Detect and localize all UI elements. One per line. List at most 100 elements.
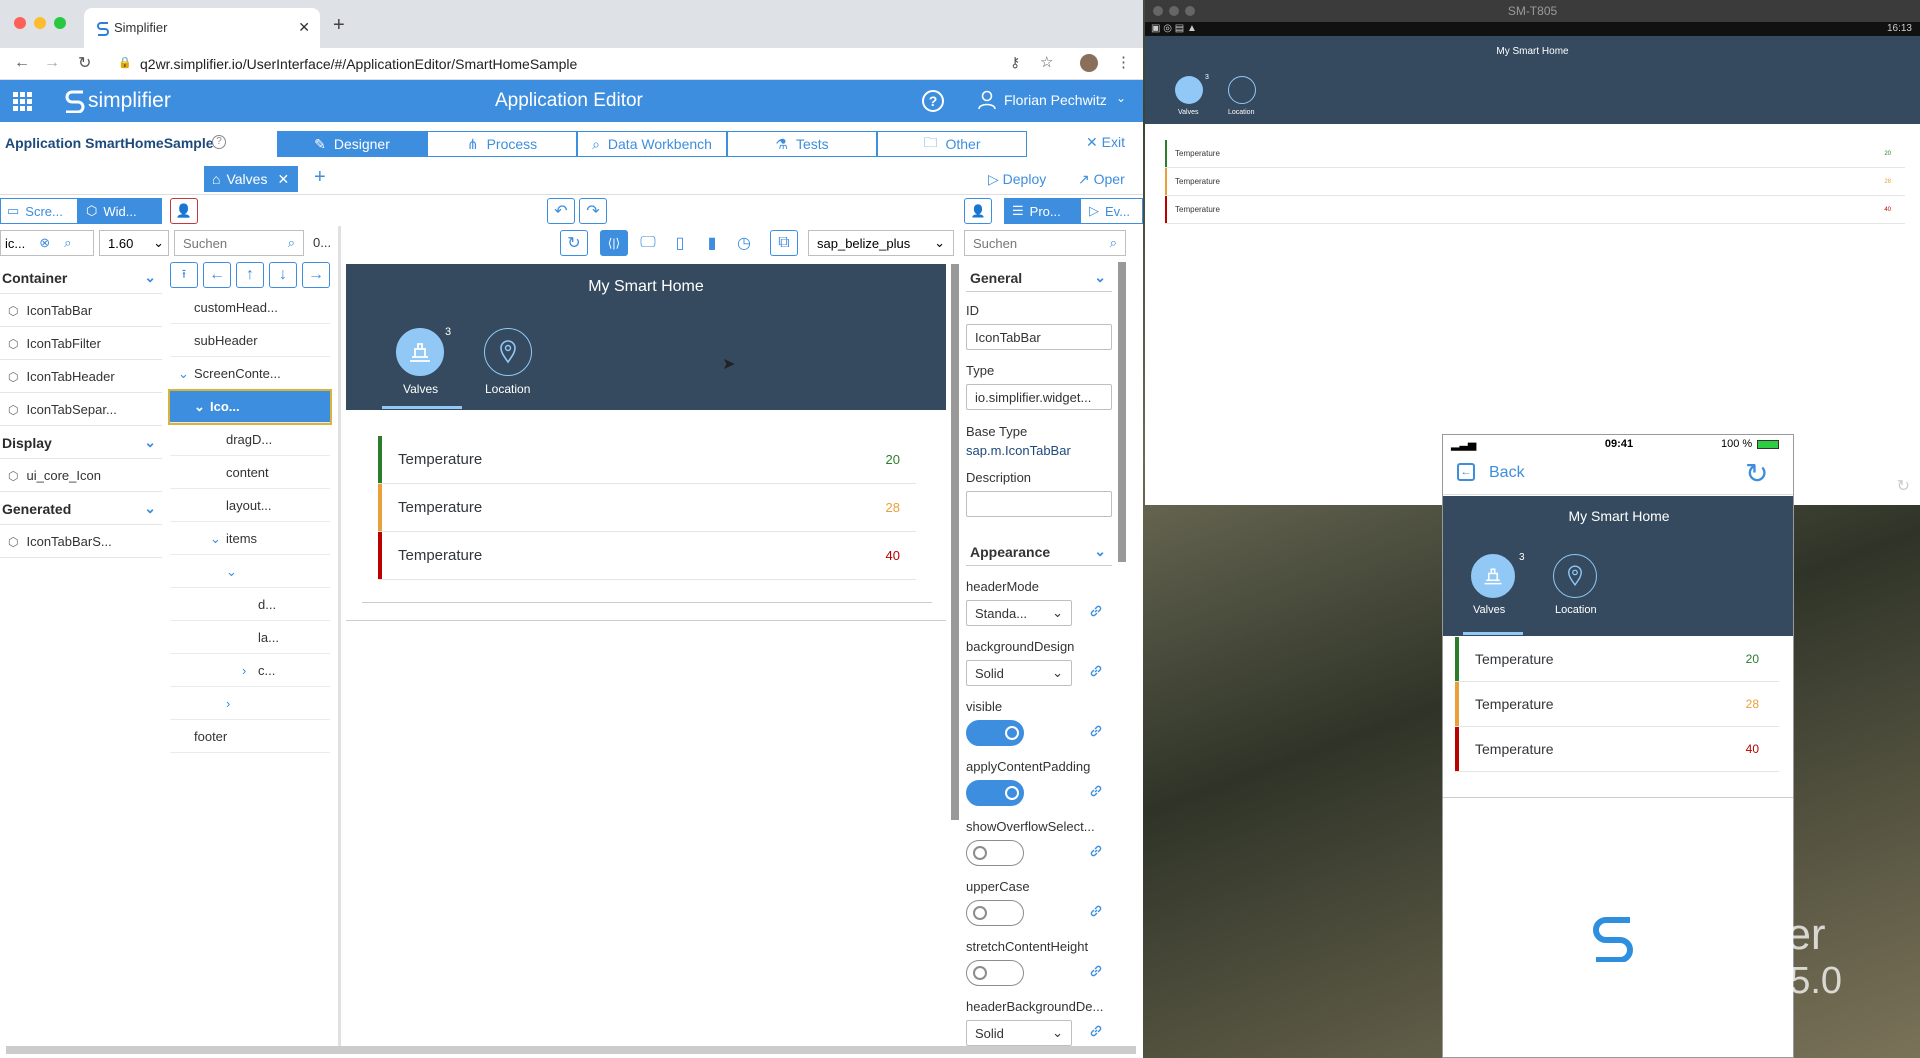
browser-tab[interactable]: Simplifier ✕: [84, 8, 320, 48]
chevron-down-icon[interactable]: ⌄: [1116, 91, 1126, 105]
link-icon[interactable]: [1089, 904, 1103, 923]
tree-item[interactable]: la...: [170, 622, 330, 654]
tree-left-button[interactable]: ←: [203, 262, 231, 288]
tree-item[interactable]: customHead...: [170, 292, 330, 324]
valves-tab-icon[interactable]: [396, 328, 444, 376]
link-icon[interactable]: [1089, 724, 1103, 743]
link-icon[interactable]: [1089, 784, 1103, 803]
reload-icon[interactable]: ↻: [78, 53, 91, 73]
panel-splitter[interactable]: [338, 226, 341, 1048]
right-tab-events[interactable]: ▷ Ev...: [1080, 198, 1143, 224]
left-tab-screens[interactable]: ▭ Scre...: [0, 198, 78, 224]
help-icon[interactable]: ?: [922, 90, 944, 112]
list-item[interactable]: Temperature 20: [1165, 140, 1905, 168]
refresh-icon[interactable]: ↻: [1745, 457, 1768, 490]
refresh-preview-button[interactable]: ↻: [560, 230, 588, 256]
phone-location-icon[interactable]: [1553, 554, 1597, 598]
chevron-down-icon[interactable]: ⌄: [226, 564, 242, 580]
maximize-window-button[interactable]: [54, 17, 66, 29]
deploy-button[interactable]: ▷ Deploy: [988, 171, 1046, 188]
bg-design-select[interactable]: Solid ⌄: [966, 660, 1072, 686]
link-icon[interactable]: [1089, 1024, 1103, 1043]
widget-list-item[interactable]: ⬡ IconTabSepar...: [0, 394, 162, 426]
horizontal-scrollbar[interactable]: [6, 1046, 1136, 1054]
desktop-view-button[interactable]: 🖵: [634, 230, 662, 256]
link-icon[interactable]: [1089, 964, 1103, 983]
phone-view-button[interactable]: ▮: [698, 230, 726, 256]
tree-search-field[interactable]: Suchen ⌕: [174, 230, 304, 256]
visible-toggle[interactable]: [966, 720, 1024, 746]
user-view-button[interactable]: 👤: [964, 198, 992, 224]
copy-button[interactable]: ⧉: [770, 230, 798, 256]
browser-menu-icon[interactable]: ⋮: [1116, 53, 1131, 71]
location-tab-label[interactable]: Location: [485, 382, 530, 396]
star-icon[interactable]: ☆: [1040, 53, 1053, 71]
left-tab-widgets[interactable]: ⬡ Wid...: [78, 198, 162, 224]
forward-icon[interactable]: →: [44, 54, 60, 72]
undo-button[interactable]: ↶: [547, 198, 575, 224]
header-mode-select[interactable]: Standa... ⌄: [966, 600, 1072, 626]
tree-up-button[interactable]: ↑: [236, 262, 264, 288]
widget-search-field[interactable]: ic... ⊗ ⌕: [0, 230, 94, 256]
tree-item-selected[interactable]: ⌄ Ico...: [168, 389, 332, 425]
back-icon[interactable]: ←: [1457, 463, 1475, 481]
redo-button[interactable]: ↷: [579, 198, 607, 224]
tree-item[interactable]: › c...: [170, 655, 330, 687]
open-button[interactable]: ↗ Oper: [1078, 171, 1125, 188]
overflow-toggle[interactable]: [966, 840, 1024, 866]
user-name[interactable]: Florian Pechwitz: [1004, 92, 1107, 108]
valves-tab-label[interactable]: Valves: [403, 382, 438, 396]
tree-item[interactable]: footer: [170, 721, 330, 753]
key-icon[interactable]: ⚷: [1010, 54, 1020, 71]
tree-item[interactable]: d...: [170, 589, 330, 621]
chevron-right-icon[interactable]: ›: [242, 663, 258, 678]
clear-icon[interactable]: ⊗: [39, 235, 50, 251]
description-field[interactable]: [966, 491, 1112, 517]
tree-item[interactable]: layout...: [170, 490, 330, 522]
list-item[interactable]: Temperature 40: [1455, 727, 1779, 772]
tree-item[interactable]: content: [170, 457, 330, 489]
chevron-right-icon[interactable]: ›: [226, 696, 242, 711]
right-tab-properties[interactable]: ☰ Pro...: [1004, 198, 1080, 224]
back-button[interactable]: Back: [1489, 464, 1525, 482]
tree-right-button[interactable]: →: [302, 262, 330, 288]
property-search-field[interactable]: Suchen ⌕: [964, 230, 1126, 256]
info-icon[interactable]: ?: [212, 135, 226, 149]
link-icon[interactable]: [1089, 664, 1103, 683]
phone-location-label[interactable]: Location: [1555, 604, 1597, 616]
tablet-view-button[interactable]: ▯: [666, 230, 694, 256]
list-item[interactable]: Temperature 28: [1165, 168, 1905, 196]
widget-list-item[interactable]: ⬡ IconTabBarS...: [0, 526, 162, 558]
list-item[interactable]: Temperature 28: [1455, 682, 1779, 727]
type-field[interactable]: io.simplifier.widget...: [966, 384, 1112, 410]
app-grid-icon[interactable]: [13, 92, 32, 111]
tree-item[interactable]: ›: [170, 688, 330, 720]
preview-scrollbar[interactable]: [951, 264, 959, 820]
uppercase-toggle[interactable]: [966, 900, 1024, 926]
split-view-button[interactable]: ⟨|⟩: [600, 230, 628, 256]
general-section-header[interactable]: General ⌄: [966, 264, 1112, 292]
id-field[interactable]: IconTabBar: [966, 324, 1112, 350]
header-bg-select[interactable]: Solid ⌄: [966, 1020, 1072, 1046]
close-tab-icon[interactable]: ✕: [298, 19, 310, 36]
history-button[interactable]: ◷: [730, 230, 758, 256]
link-icon[interactable]: [1089, 604, 1103, 623]
add-screen-tab-button[interactable]: +: [314, 166, 326, 189]
list-item[interactable]: Temperature 40: [1165, 196, 1905, 224]
apply-padding-toggle[interactable]: [966, 780, 1024, 806]
tree-top-button[interactable]: ⭱: [170, 262, 198, 288]
chevron-down-icon[interactable]: ⌄: [194, 399, 210, 415]
tab-other[interactable]: 🗀 Other: [877, 131, 1027, 157]
link-icon[interactable]: [1089, 844, 1103, 863]
user-role-button[interactable]: 👤: [170, 198, 198, 224]
url-field[interactable]: q2wr.simplifier.io/UserInterface/#/Appli…: [140, 56, 577, 72]
tab-data-workbench[interactable]: ⌕ Data Workbench: [577, 131, 727, 157]
tree-item[interactable]: ⌄: [170, 556, 330, 588]
tree-item[interactable]: subHeader: [170, 325, 330, 357]
profile-avatar[interactable]: [1080, 54, 1098, 72]
chevron-down-icon[interactable]: ⌄: [210, 531, 226, 547]
close-screen-tab-icon[interactable]: ✕: [277, 171, 289, 188]
tree-down-button[interactable]: ↓: [269, 262, 297, 288]
list-item[interactable]: Temperature 28: [378, 484, 916, 532]
minimize-window-button[interactable]: [34, 17, 46, 29]
